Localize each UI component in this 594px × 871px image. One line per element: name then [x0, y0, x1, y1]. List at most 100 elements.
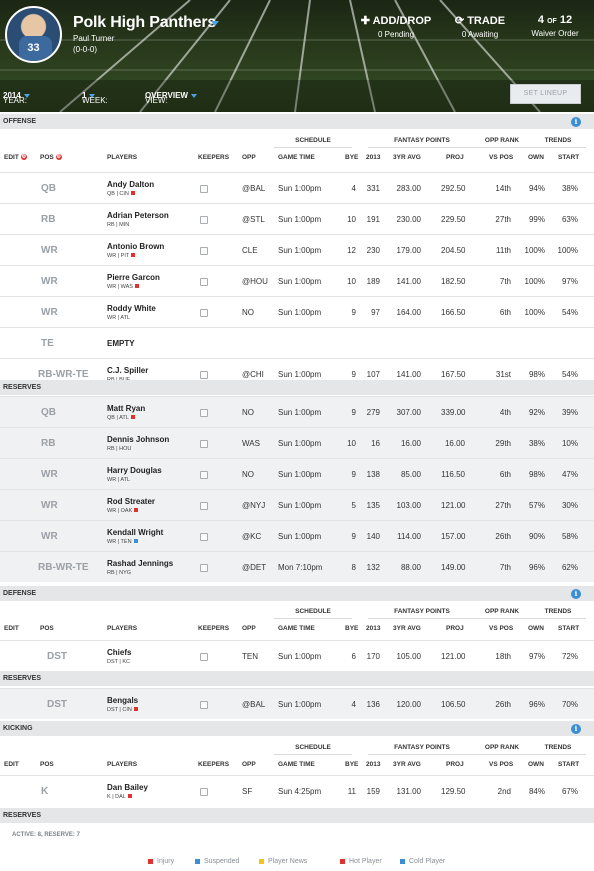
- group-fantasy_points: FANTASY POINTS: [394, 744, 450, 751]
- player-name[interactable]: Dan Bailey: [107, 783, 148, 792]
- keeper-checkbox[interactable]: [200, 700, 208, 709]
- start-percent: 72%: [561, 651, 578, 661]
- keeper-checkbox[interactable]: [200, 439, 208, 448]
- player-name[interactable]: Matt Ryan: [107, 404, 145, 413]
- set-lineup-button[interactable]: SET LINEUP: [510, 84, 581, 104]
- column-label-avg: 3YR AVG: [393, 625, 421, 632]
- game-time: Sun 1:00pm: [278, 699, 322, 709]
- keeper-checkbox[interactable]: [200, 532, 208, 541]
- keeper-checkbox[interactable]: [200, 787, 208, 796]
- points-2013: 279: [366, 407, 380, 417]
- keeper-checkbox[interactable]: [200, 215, 208, 224]
- player-row[interactable]: WR Antonio Brown WR | PIT CLE Sun 1:00pm 12 23…: [0, 234, 594, 265]
- player-row[interactable]: WR Pierre Garcon WR | WAS @HOU Sun 1:00pm 10 1…: [0, 265, 594, 296]
- player-name[interactable]: Rashad Jennings: [107, 559, 173, 568]
- column-label-own: OWN: [528, 761, 544, 768]
- hot-icon: [130, 415, 135, 420]
- player-row[interactable]: K Dan Bailey K | DAL SF Sun 4:25pm 11 159 131.0…: [0, 775, 594, 806]
- trade-button[interactable]: ⟳ TRADE 0 Awaiting: [450, 14, 510, 39]
- keeper-checkbox[interactable]: [200, 563, 208, 572]
- player-row[interactable]: QB Matt Ryan QB | ATL NO Sun 1:00pm 9 279 307.0…: [0, 396, 594, 427]
- player-team: WR | TEN: [107, 538, 132, 545]
- player-row[interactable]: WR Harry Douglas WR | ATL NO Sun 1:00pm 9 138 8…: [0, 458, 594, 489]
- add-drop-pending: 0 Pending: [377, 30, 415, 39]
- group-underline-opp_rank: [468, 147, 536, 148]
- player-row[interactable]: QB Andy Dalton QB | CIN @BAL Sun 1:00pm 4 331 2…: [0, 172, 594, 203]
- position-label: RB: [41, 213, 56, 225]
- opp-rank: 29th: [495, 438, 511, 448]
- player-row[interactable]: WR Rod Streater WR | OAK @NYJ Sun 1:00pm 5 135…: [0, 489, 594, 520]
- player-row[interactable]: RB Dennis Johnson RB | HOU WAS Sun 1:00pm 10 1…: [0, 427, 594, 458]
- three-year-avg: 141.00: [396, 276, 421, 286]
- info-icon[interactable]: i: [571, 589, 581, 599]
- waiver-order[interactable]: 4 OF 12 Waiver Order: [525, 14, 585, 38]
- info-icon[interactable]: i: [571, 117, 581, 127]
- keeper-checkbox[interactable]: [200, 501, 208, 510]
- player-row[interactable]: WR Roddy White WR | ATL NO Sun 1:00pm 9 97 164.…: [0, 296, 594, 327]
- column-label-game_time: GAME TIME: [278, 154, 315, 161]
- info-icon[interactable]: i: [571, 724, 581, 734]
- keeper-checkbox[interactable]: [200, 308, 208, 317]
- player-name[interactable]: Andy Dalton: [107, 180, 154, 189]
- pos-sort-icon[interactable]: ⚙: [55, 154, 62, 161]
- opp-rank: 6th: [499, 469, 511, 479]
- column-header-proj: PROJ: [446, 761, 464, 768]
- section-header-reserves: RESERVES: [0, 380, 594, 395]
- three-year-avg: 88.00: [400, 562, 421, 572]
- keeper-checkbox[interactable]: [200, 184, 208, 193]
- player-row[interactable]: TE EMPTY: [0, 327, 594, 358]
- week-select[interactable]: WEEK: 1: [82, 91, 108, 105]
- player-row[interactable]: WR Kendall Wright WR | TEN @KC Sun 1:00pm 9 14…: [0, 520, 594, 551]
- player-name[interactable]: Dennis Johnson: [107, 435, 169, 444]
- column-header-avg: 3YR AVG: [393, 154, 421, 161]
- keeper-checkbox[interactable]: [200, 277, 208, 286]
- player-row[interactable]: DST Chiefs DST | KC TEN Sun 1:00pm 6 170 105.00…: [0, 640, 594, 671]
- suspended-icon: [195, 858, 200, 864]
- opponent: NO: [242, 407, 254, 417]
- player-row[interactable]: RB-WR-TE Rashad Jennings RB | NYG @DET Mon 7…: [0, 551, 594, 582]
- player-name[interactable]: C.J. Spiller: [107, 366, 148, 375]
- team-record: (0-0-0): [73, 45, 98, 54]
- three-year-avg: 105.00: [396, 651, 421, 661]
- player-name[interactable]: EMPTY: [107, 339, 135, 348]
- player-row[interactable]: RB Adrian Peterson RB | MIN @STL Sun 1:00pm 1…: [0, 203, 594, 234]
- view-select[interactable]: VIEW: OVERVIEW: [145, 91, 197, 105]
- legend-label: Player News: [268, 858, 308, 865]
- three-year-avg: 164.00: [396, 307, 421, 317]
- player-team: QB | CIN: [107, 190, 129, 197]
- player-name[interactable]: Harry Douglas: [107, 466, 162, 475]
- player-name[interactable]: Roddy White: [107, 304, 156, 313]
- player-name[interactable]: Chiefs: [107, 648, 131, 657]
- player-name[interactable]: Adrian Peterson: [107, 211, 169, 220]
- column-label-start: START: [558, 154, 580, 161]
- view-label: VIEW:: [145, 96, 168, 105]
- player-name[interactable]: Rod Streater: [107, 497, 155, 506]
- edit-sort-icon[interactable]: ⚙: [20, 154, 27, 161]
- start-percent: 38%: [561, 183, 578, 193]
- start-percent: 62%: [561, 562, 578, 572]
- player-meta: QB | CIN: [107, 191, 135, 197]
- player-name[interactable]: Antonio Brown: [107, 242, 164, 251]
- bye-week: 9: [351, 369, 356, 379]
- add-drop-button[interactable]: ✚ ADD/DROP 0 Pending: [360, 14, 432, 39]
- player-row[interactable]: DST Bengals DST | CIN @BAL Sun 1:00pm 4 136 120…: [0, 688, 594, 719]
- player-name[interactable]: Kendall Wright: [107, 528, 163, 537]
- team-name[interactable]: Polk High Panthers: [73, 14, 216, 32]
- hot-icon: [130, 191, 135, 196]
- column-label-opp: OPP: [242, 761, 256, 768]
- waiver-total: 12: [559, 14, 573, 26]
- column-header-game_time: GAME TIME: [278, 625, 315, 632]
- keeper-checkbox[interactable]: [200, 408, 208, 417]
- section-header-kicking: KICKING i: [0, 721, 594, 736]
- player-name[interactable]: Bengals: [107, 696, 138, 705]
- year-select[interactable]: YEAR: 2014: [3, 91, 30, 105]
- keeper-checkbox[interactable]: [200, 246, 208, 255]
- opp-rank: 14th: [495, 183, 511, 193]
- group-opp_rank: OPP RANK: [484, 608, 520, 615]
- team-avatar[interactable]: 33: [5, 6, 62, 63]
- player-name[interactable]: Pierre Garcon: [107, 273, 160, 282]
- keeper-checkbox[interactable]: [200, 370, 208, 379]
- keeper-checkbox[interactable]: [200, 652, 208, 661]
- team-switch-chevron-icon[interactable]: [211, 21, 219, 26]
- keeper-checkbox[interactable]: [200, 470, 208, 479]
